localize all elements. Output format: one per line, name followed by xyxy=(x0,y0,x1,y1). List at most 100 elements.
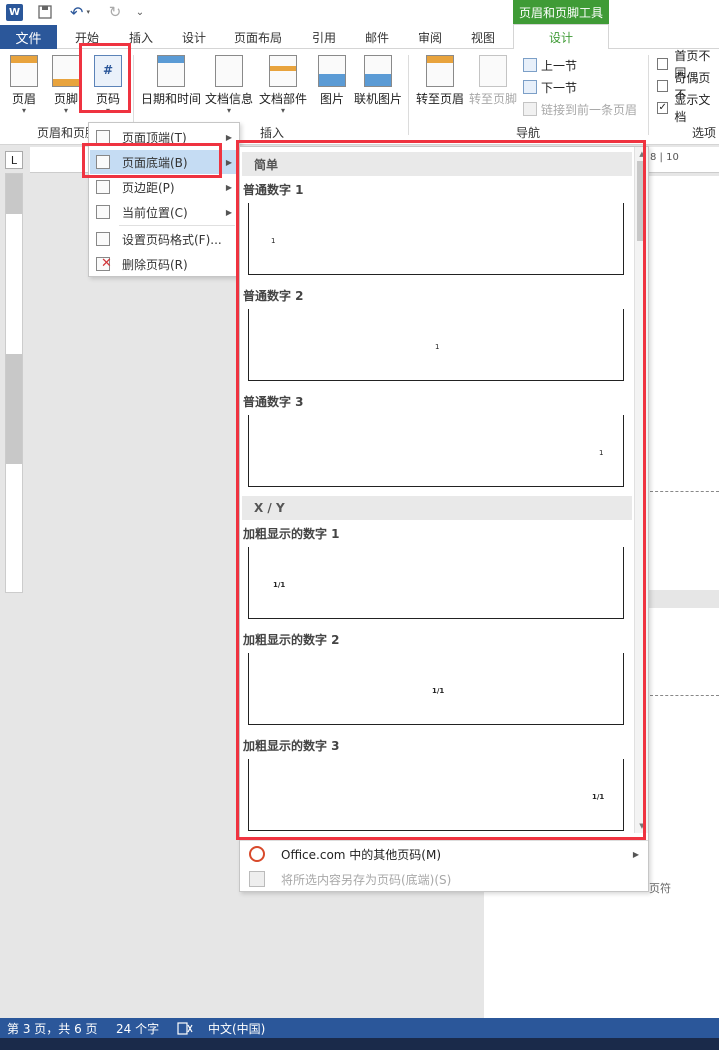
page-number-sample: 1 xyxy=(271,237,276,245)
tab-design[interactable]: 设计 xyxy=(182,25,206,49)
next-section-label: 下一节 xyxy=(541,80,578,95)
menu-item-page-margins[interactable]: 页边距(P) ▶ xyxy=(90,175,238,199)
calendar-icon xyxy=(157,55,185,87)
checkbox-box xyxy=(657,58,669,70)
footer-icon xyxy=(52,55,80,87)
goto-footer-icon xyxy=(479,55,507,87)
save-icon[interactable] xyxy=(36,3,54,21)
proofing-icon[interactable] xyxy=(177,1018,193,1038)
menu-item-format-page-numbers[interactable]: 设置页码格式(F)... xyxy=(90,227,238,251)
save-selection-as-page-number[interactable]: 将所选内容另存为页码(底端)(S) xyxy=(241,867,647,891)
goto-footer-button[interactable]: 转至页脚 xyxy=(469,55,517,107)
page-count-status[interactable]: 第 3 页，共 6 页 xyxy=(7,1018,98,1038)
online-picture-button[interactable]: 联机图片 xyxy=(354,55,402,107)
group-divider xyxy=(408,55,409,135)
header-icon xyxy=(10,55,38,87)
group-label-insert: 插入 xyxy=(260,126,285,140)
next-section-button[interactable]: 下一节 xyxy=(523,78,577,96)
page-number-sample: 1/1 xyxy=(432,687,445,695)
previous-section-label: 上一节 xyxy=(541,58,578,73)
checkbox-box xyxy=(657,80,669,92)
save-selection-icon xyxy=(249,871,265,887)
page-bottom-icon xyxy=(96,155,110,169)
tab-file[interactable]: 文件 xyxy=(0,25,57,49)
link-to-previous-button[interactable]: 链接到前一条页眉 xyxy=(523,100,637,118)
menu-item-current-position[interactable]: 当前位置(C) ▶ xyxy=(90,200,238,224)
gallery-item-plain-number-1[interactable]: 1 xyxy=(248,203,624,275)
chevron-down-icon: ▾ xyxy=(63,106,68,115)
previous-section-icon xyxy=(523,58,537,72)
word-count-status[interactable]: 24 个字 xyxy=(116,1018,159,1038)
previous-section-button[interactable]: 上一节 xyxy=(523,56,577,74)
language-status[interactable]: 中文(中国) xyxy=(208,1018,265,1038)
gallery-item-plain-number-3[interactable]: 1 xyxy=(248,415,624,487)
menu-item-bottom-of-page[interactable]: 页面底端(B) ▶ xyxy=(90,150,238,174)
more-page-numbers-online[interactable]: Office.com 中的其他页码(M) ▶ xyxy=(241,842,647,866)
picture-icon xyxy=(318,55,346,87)
gallery-scrollbar[interactable]: ▲ ▼ xyxy=(634,147,648,833)
link-to-previous-label: 链接到前一条页眉 xyxy=(541,102,638,117)
page-number-sample: 1 xyxy=(435,343,440,351)
footer-button[interactable]: 页脚 ▾ xyxy=(52,55,80,115)
quick-parts-button[interactable]: 文档部件 ▾ xyxy=(259,55,307,115)
submenu-arrow-icon: ▶ xyxy=(225,207,232,217)
gallery-item-title: 普通数字 3 xyxy=(243,395,304,409)
tab-selector[interactable]: L xyxy=(5,151,23,169)
picture-label: 图片 xyxy=(319,92,344,106)
menu-item-label: 删除页码(R) xyxy=(122,257,188,272)
office-online-icon xyxy=(249,846,265,862)
tab-insert[interactable]: 插入 xyxy=(129,25,153,49)
page-top-icon xyxy=(96,130,110,144)
ruler-margin-shade xyxy=(6,174,22,214)
scroll-down-icon[interactable]: ▼ xyxy=(637,821,647,831)
page-number-button[interactable]: # 页码 ▾ xyxy=(94,55,122,115)
footer-label: 页脚 xyxy=(53,92,78,106)
submenu-arrow-icon: ▶ xyxy=(225,157,232,167)
submenu-arrow-icon: ▶ xyxy=(225,132,232,142)
gallery-item-bold-number-2[interactable]: 1/1 xyxy=(248,653,624,725)
date-time-button[interactable]: 日期和时间 xyxy=(141,55,201,107)
menu-item-top-of-page[interactable]: 页面顶端(T) ▶ xyxy=(90,125,238,149)
undo-icon[interactable]: ↶ ▾ xyxy=(66,3,94,22)
page-number-menu: 页面顶端(T) ▶ 页面底端(B) ▶ 页边距(P) ▶ 当前位置(C) ▶ 设… xyxy=(88,122,240,277)
status-bar: 第 3 页，共 6 页 24 个字 中文(中国) xyxy=(0,1018,719,1038)
header-label: 页眉 xyxy=(11,92,36,106)
ruler-margin-shade xyxy=(6,354,22,464)
goto-header-button[interactable]: 转至页眉 xyxy=(416,55,464,107)
document-info-button[interactable]: 文档信息 ▾ xyxy=(205,55,253,115)
page-number-sample: 1/1 xyxy=(273,581,286,589)
tab-view[interactable]: 视图 xyxy=(471,25,495,49)
word-icon[interactable]: W xyxy=(6,4,23,21)
online-picture-icon xyxy=(364,55,392,87)
current-position-icon xyxy=(96,205,110,219)
tab-references[interactable]: 引用 xyxy=(312,25,336,49)
gallery-item-plain-number-2[interactable]: 1 xyxy=(248,309,624,381)
online-picture-label: 联机图片 xyxy=(354,92,403,106)
scrollbar-thumb[interactable] xyxy=(637,161,646,241)
header-button[interactable]: 页眉 ▾ xyxy=(10,55,38,115)
picture-button[interactable]: 图片 xyxy=(318,55,346,107)
tab-home[interactable]: 开始 xyxy=(75,25,99,49)
menu-item-remove-page-numbers[interactable]: ✕ 删除页码(R) xyxy=(90,252,238,276)
vertical-ruler[interactable] xyxy=(5,173,23,593)
gallery-item-bold-number-3[interactable]: 1/1 xyxy=(248,759,624,831)
tab-mailings[interactable]: 邮件 xyxy=(365,25,389,49)
gallery-item-title: 加粗显示的数字 3 xyxy=(243,739,340,753)
redo-icon[interactable]: ↻ xyxy=(106,3,124,21)
show-document-text-checkbox[interactable]: ✓ 显示文档 xyxy=(657,93,719,124)
gallery-item-bold-number-1[interactable]: 1/1 xyxy=(248,547,624,619)
page-bottom-gallery: 简单 普通数字 1 1 普通数字 2 1 普通数字 3 1 X / Y 加粗显示… xyxy=(239,146,649,892)
tab-review[interactable]: 审阅 xyxy=(418,25,442,49)
tab-header-footer-design[interactable]: 设计 xyxy=(513,24,609,50)
gallery-section-header: 简单 xyxy=(242,152,632,176)
goto-header-label: 转至页眉 xyxy=(416,92,465,106)
submenu-arrow-icon: ▶ xyxy=(632,849,639,859)
gallery-item-title: 加粗显示的数字 2 xyxy=(243,633,340,647)
remove-page-number-icon: ✕ xyxy=(96,256,112,271)
customize-quick-access-icon[interactable]: ⌄ xyxy=(134,3,146,21)
chevron-down-icon: ▾ xyxy=(281,106,286,115)
chevron-down-icon: ▾ xyxy=(21,106,26,115)
scroll-up-icon[interactable]: ▲ xyxy=(637,149,647,159)
tab-page-layout[interactable]: 页面布局 xyxy=(234,25,282,49)
quick-parts-icon xyxy=(269,55,297,87)
